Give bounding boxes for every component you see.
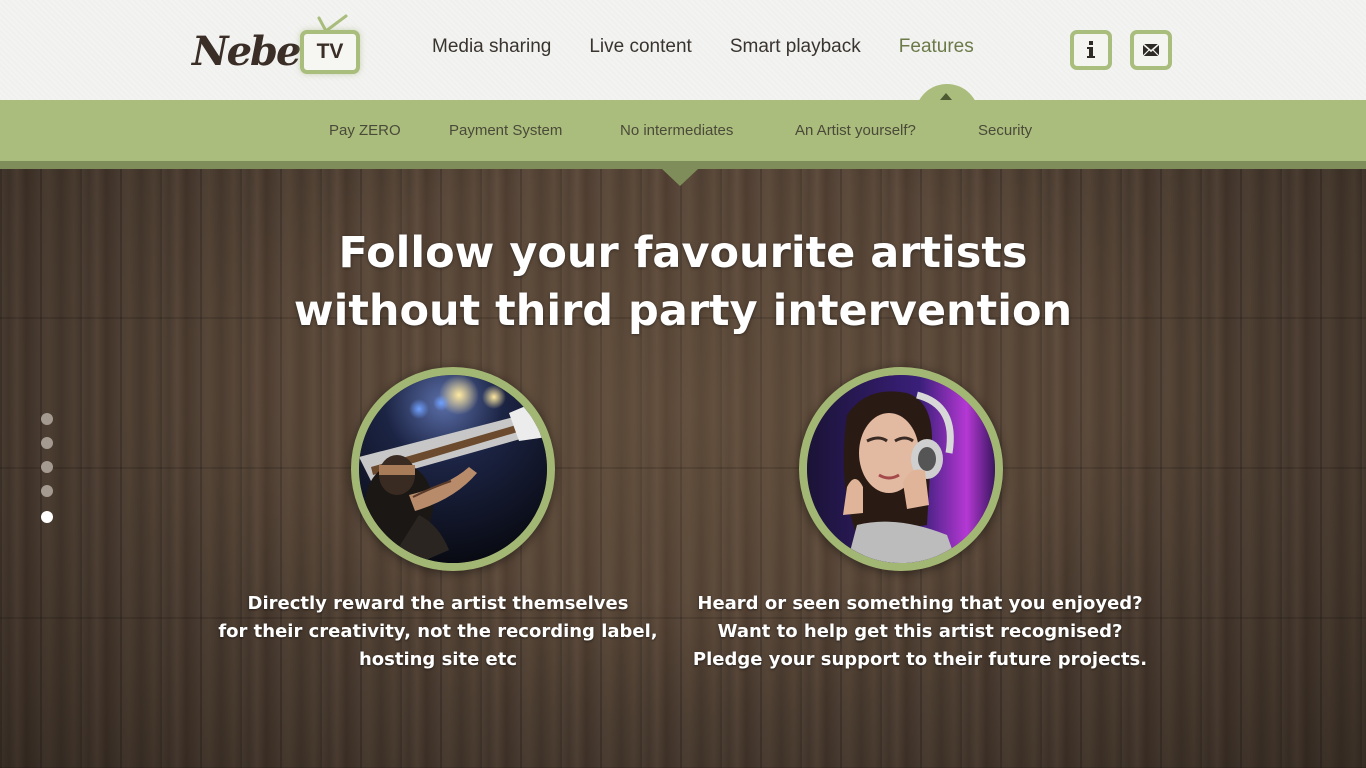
mail-icon (1142, 43, 1160, 57)
info-icon (1087, 41, 1095, 58)
nav-features[interactable]: Features (899, 36, 974, 64)
nav-live-content[interactable]: Live content (589, 36, 691, 64)
nav-smart-playback[interactable]: Smart playback (730, 36, 861, 64)
feature-text-reward: Directly reward the artist themselves fo… (178, 590, 698, 674)
pager-dot-1[interactable] (41, 413, 53, 425)
feature-line: Heard or seen something that you enjoyed… (697, 593, 1143, 614)
hero-headline: Follow your favourite artists without th… (183, 224, 1183, 340)
subnav-items: Pay ZERO Payment System No intermediates… (0, 122, 1366, 144)
feature-line: for their creativity, not the recording … (218, 621, 658, 642)
nav-media-sharing[interactable]: Media sharing (432, 36, 551, 64)
pager-dot-3[interactable] (41, 461, 53, 473)
subnav-pay-zero[interactable]: Pay ZERO (329, 122, 401, 139)
header-bar: Nebel. TV Media sharing Live content Sma… (0, 0, 1366, 100)
feature-line: Directly reward the artist themselves (247, 593, 629, 614)
contact-button[interactable] (1130, 30, 1172, 70)
subnav-security[interactable]: Security (978, 122, 1032, 139)
headline-line-2: without third party intervention (293, 286, 1073, 336)
subnav-shadow-strip (0, 161, 1366, 169)
subnav-payment-system[interactable]: Payment System (449, 122, 562, 139)
caret-down-icon (662, 169, 698, 186)
feature-text-pledge: Heard or seen something that you enjoyed… (660, 590, 1180, 674)
slide-pager (41, 413, 53, 525)
pager-dot-2[interactable] (41, 437, 53, 449)
subnav-artist-yourself[interactable]: An Artist yourself? (795, 122, 916, 139)
main-nav: Media sharing Live content Smart playbac… (432, 36, 1012, 64)
guitarist-photo (351, 367, 555, 571)
headphones-listener-photo (799, 367, 1003, 571)
feature-line: Pledge your support to their future proj… (692, 649, 1148, 670)
guitarist-illustration (359, 375, 547, 563)
caret-up-icon (940, 93, 952, 100)
feature-line: hosting site etc (358, 649, 518, 670)
listener-illustration (807, 375, 995, 563)
feature-line: Want to help get this artist recognised? (717, 621, 1123, 642)
headline-line-1: Follow your favourite artists (338, 228, 1028, 278)
subnav-no-intermediates[interactable]: No intermediates (620, 122, 733, 139)
info-button[interactable] (1070, 30, 1112, 70)
pager-dot-5[interactable] (41, 511, 53, 523)
tv-badge: TV (300, 30, 360, 74)
nebel-tv-logo[interactable]: Nebel. TV (192, 14, 367, 84)
pager-dot-4[interactable] (41, 485, 53, 497)
